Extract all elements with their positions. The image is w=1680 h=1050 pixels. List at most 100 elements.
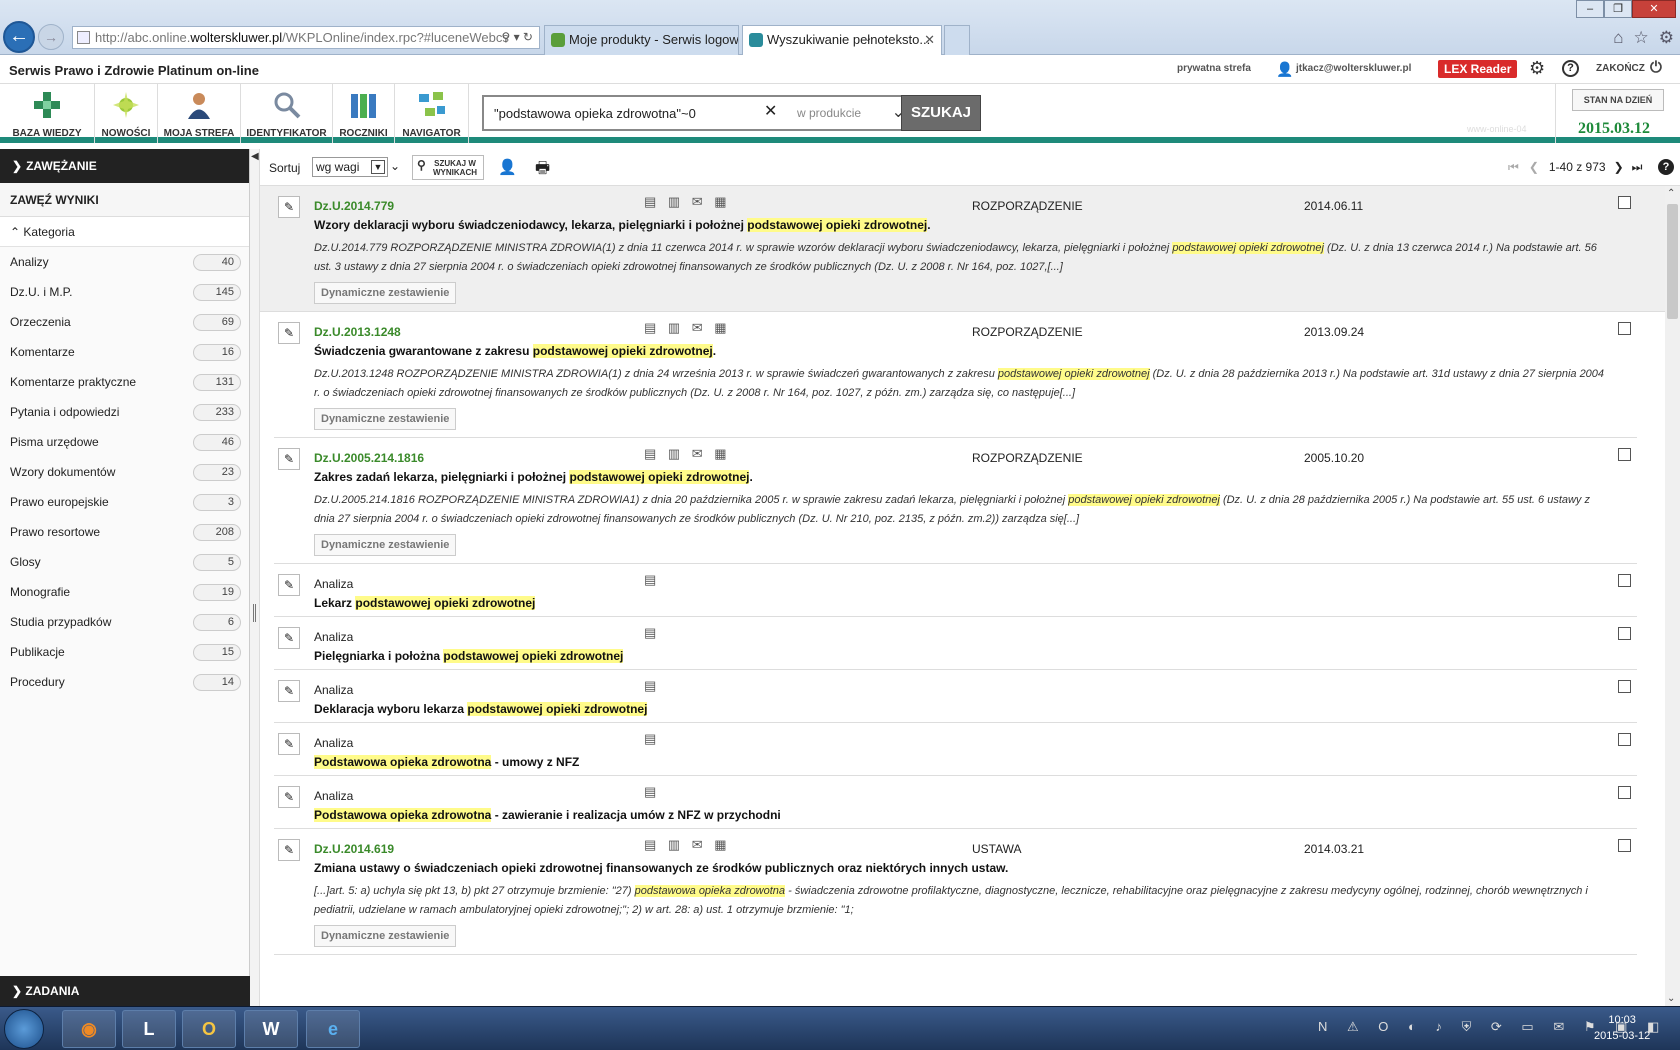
collapse-left-icon[interactable]: ◀ [251, 151, 259, 162]
toolbar-knowledge-base[interactable]: BAZA WIEDZY [0, 84, 95, 143]
category-item[interactable]: Orzeczenia 69 [0, 307, 249, 337]
result-title[interactable]: Lekarz podstawowej opieki zdrowotnej [314, 596, 536, 610]
outlook-icon[interactable]: O [182, 1010, 236, 1048]
add-note-icon[interactable]: ✎ [278, 574, 300, 596]
result-title[interactable]: Podstawowa opieka zdrowotna - umowy z NF… [314, 755, 579, 769]
result-title[interactable]: Podstawowa opieka zdrowotna - zawieranie… [314, 808, 781, 822]
result-title[interactable]: Wzory deklaracji wyboru świadczeniodawcy… [314, 218, 931, 232]
document-icon[interactable]: ▤ [644, 784, 660, 800]
scroll-down-icon[interactable]: ⌄ [1667, 993, 1675, 1004]
search-scope-select[interactable]: w produkcie ⌄ [789, 97, 909, 129]
toolbar-my-zone[interactable]: MOJA STREFA [158, 84, 241, 143]
panel-splitter[interactable]: ◀ [250, 149, 260, 1006]
category-item[interactable]: Glosy 5 [0, 547, 249, 577]
category-item[interactable]: Komentarze 16 [0, 337, 249, 367]
category-item[interactable]: Studia przypadków 6 [0, 607, 249, 637]
add-note-icon[interactable]: ✎ [278, 680, 300, 702]
sort-select[interactable]: wg wagi ▼ [312, 157, 388, 177]
system-clock[interactable]: 10:03 2015-03-12 [1594, 1012, 1650, 1044]
settings-gear-icon[interactable]: ⚙ [1659, 28, 1674, 48]
tab-close-icon[interactable]: ✕ [924, 26, 935, 54]
add-note-icon[interactable]: ✎ [278, 196, 300, 218]
category-item[interactable]: Procedury 14 [0, 667, 249, 697]
toolbar-identifier[interactable]: IDENTYFIKATOR [241, 84, 333, 143]
toolbar-news[interactable]: NOWOŚCI [95, 84, 158, 143]
add-note-icon[interactable]: ✎ [278, 627, 300, 649]
add-note-icon[interactable]: ✎ [278, 733, 300, 755]
first-page-icon[interactable]: ⏮ [1508, 160, 1519, 174]
select-checkbox[interactable] [1618, 733, 1631, 746]
user-account-link[interactable]: 👤 jtkacz@wolterskluwer.pl [1276, 61, 1411, 77]
result-reference[interactable]: Dz.U.2014.619 [314, 842, 394, 856]
category-item[interactable]: Pytania i odpowiedzi 233 [0, 397, 249, 427]
document-icon[interactable]: ▤ [644, 625, 660, 641]
next-page-icon[interactable]: ❯ [1614, 160, 1624, 174]
document-icons[interactable]: ▤ ▥ ✉ ▦ [644, 194, 731, 210]
home-icon[interactable]: ⌂ [1613, 28, 1623, 48]
document-icon[interactable]: ▤ [644, 572, 660, 588]
category-item[interactable]: Publikacje 15 [0, 637, 249, 667]
scroll-thumb[interactable] [1667, 204, 1678, 319]
select-checkbox[interactable] [1618, 680, 1631, 693]
result-title[interactable]: Pielęgniarka i położna podstawowej opiek… [314, 649, 624, 663]
logout-button[interactable]: ZAKOŃCZ ⏻ [1596, 59, 1662, 76]
clear-search-icon[interactable]: ✕ [764, 101, 777, 121]
result-reference[interactable]: Dz.U.2013.1248 [314, 325, 401, 339]
close-window-button[interactable]: ✕ [1632, 0, 1676, 18]
category-item[interactable]: Monografie 19 [0, 577, 249, 607]
add-note-icon[interactable]: ✎ [278, 839, 300, 861]
dynamic-listing-button[interactable]: Dynamiczne zestawienie [314, 925, 457, 947]
result-title[interactable]: Zakres zadań lekarza, pielęgniarki i poł… [314, 470, 753, 484]
search-input[interactable] [484, 97, 759, 129]
state-date-button[interactable]: STAN NA DZIEŃ [1572, 89, 1664, 111]
document-icon[interactable]: ▤ [644, 678, 660, 694]
scroll-up-icon[interactable]: ⌃ [1667, 188, 1675, 199]
lex-reader-button[interactable]: LEX Reader [1438, 60, 1518, 78]
toolbar-yearbooks[interactable]: ROCZNIKI [333, 84, 395, 143]
address-controls-icon[interactable]: ⚲ ▾ ↻ [501, 27, 533, 48]
category-item[interactable]: Dz.U. i M.P. 145 [0, 277, 249, 307]
category-item[interactable]: Komentarze praktyczne 131 [0, 367, 249, 397]
category-item[interactable]: Analizy 40 [0, 247, 249, 277]
result-title[interactable]: Deklaracja wyboru lekarza podstawowej op… [314, 702, 648, 716]
select-checkbox[interactable] [1618, 322, 1631, 335]
sort-direction-icon[interactable]: ⌄ [390, 159, 400, 173]
category-header[interactable]: ⌃ Kategoria [0, 217, 249, 247]
category-item[interactable]: Pisma urzędowe 46 [0, 427, 249, 457]
select-checkbox[interactable] [1618, 448, 1631, 461]
splitter-grip-icon[interactable] [253, 604, 256, 622]
forward-button[interactable]: → [38, 24, 64, 50]
select-checkbox[interactable] [1618, 574, 1631, 587]
last-page-icon[interactable]: ⏭ [1632, 160, 1643, 174]
start-button[interactable] [4, 1009, 44, 1049]
help-icon[interactable]: ? [1562, 60, 1579, 77]
browser-tab-search[interactable]: Wyszukiwanie pełnotekstо... ✕ [742, 25, 942, 55]
back-button[interactable]: ← [3, 21, 35, 53]
add-note-icon[interactable]: ✎ [278, 786, 300, 808]
result-reference[interactable]: Dz.U.2005.214.1816 [314, 451, 424, 465]
prev-page-icon[interactable]: ❮ [1529, 160, 1539, 174]
minimize-button[interactable]: – [1576, 0, 1604, 18]
document-icons[interactable]: ▤ ▥ ✉ ▦ [644, 837, 731, 853]
maximize-button[interactable]: ❐ [1604, 0, 1632, 18]
result-title[interactable]: Zmiana ustawy o świadczeniach opieki zdr… [314, 861, 1008, 875]
browser-tab-products[interactable]: Moje produkty - Serwis logow... [544, 25, 739, 55]
document-icon[interactable]: ▤ [644, 731, 660, 747]
category-item[interactable]: Prawo europejskie 3 [0, 487, 249, 517]
private-zone-link[interactable]: prywatna strefa [1177, 63, 1251, 74]
category-item[interactable]: Wzory dokumentów 23 [0, 457, 249, 487]
select-checkbox[interactable] [1618, 196, 1631, 209]
dynamic-listing-button[interactable]: Dynamiczne zestawienie [314, 282, 457, 304]
search-in-results-button[interactable]: ⚲ SZUKAJ W WYNIKACH [412, 155, 484, 180]
select-checkbox[interactable] [1618, 786, 1631, 799]
category-item[interactable]: Prawo resortowe 208 [0, 517, 249, 547]
dynamic-listing-button[interactable]: Dynamiczne zestawienie [314, 534, 457, 556]
search-button[interactable]: SZUKAJ [901, 95, 981, 131]
word-icon[interactable]: W [244, 1010, 298, 1048]
select-checkbox[interactable] [1618, 839, 1631, 852]
user-settings-icon[interactable]: 👤 [498, 158, 517, 176]
favorites-star-icon[interactable]: ☆ [1634, 28, 1649, 48]
internet-explorer-icon[interactable]: e [306, 1010, 360, 1048]
document-icons[interactable]: ▤ ▥ ✉ ▦ [644, 446, 731, 462]
tasks-header[interactable]: ❯ ZADANIA [0, 976, 250, 1006]
